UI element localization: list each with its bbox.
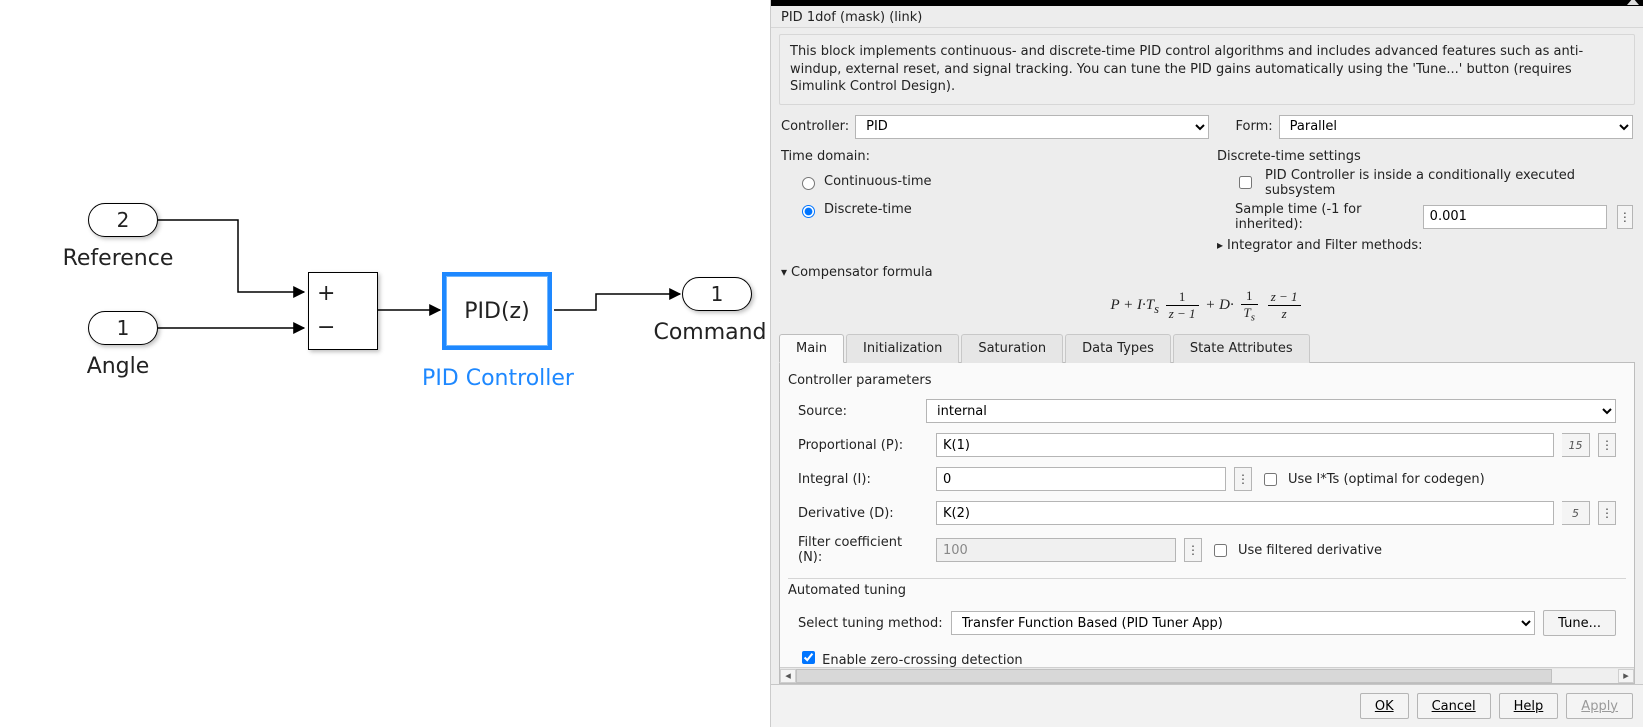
- derivative-hint: 5: [1562, 501, 1590, 525]
- tabs: Main Initialization Saturation Data Type…: [779, 333, 1635, 363]
- pid-controller-block[interactable]: PID(z): [442, 272, 552, 350]
- integrator-filter-expander[interactable]: Integrator and Filter methods:: [1217, 236, 1633, 255]
- source-label: Source:: [798, 404, 918, 419]
- filter-coeff-label: Filter coefficient (N):: [798, 535, 928, 565]
- continuous-time-label: Continuous-time: [824, 174, 932, 189]
- chevron-down-icon: [781, 265, 787, 280]
- sample-time-input[interactable]: [1423, 205, 1607, 229]
- controller-label: Controller:: [781, 119, 849, 134]
- compensator-formula: P + I·Ts 1z − 1 + D· 1Ts z − 1z: [781, 282, 1633, 334]
- use-filtered-derivative-label: Use filtered derivative: [1238, 543, 1382, 558]
- sample-time-label: Sample time (-1 for inherited):: [1235, 202, 1413, 232]
- compensator-expander[interactable]: Compensator formula: [781, 263, 1633, 282]
- port-number: 1: [117, 316, 130, 340]
- time-domain-group: Time domain: Continuous-time Discrete-ti…: [781, 143, 1197, 259]
- proportional-label: Proportional (P):: [798, 438, 928, 453]
- tab-main[interactable]: Main: [779, 334, 844, 363]
- tab-saturation[interactable]: Saturation: [961, 334, 1063, 363]
- scroll-left-icon[interactable]: ◂: [780, 669, 796, 683]
- cancel-button[interactable]: Cancel: [1417, 693, 1491, 719]
- derivative-input[interactable]: [936, 501, 1554, 525]
- integral-input[interactable]: [936, 467, 1226, 491]
- proportional-input[interactable]: [936, 433, 1554, 457]
- zero-crossing-checkbox[interactable]: [802, 651, 815, 664]
- outport-command[interactable]: 1: [682, 277, 752, 311]
- automated-tuning-heading: Automated tuning: [788, 583, 1626, 598]
- tuning-method-label: Select tuning method:: [798, 616, 943, 631]
- tab-data-types[interactable]: Data Types: [1065, 334, 1171, 363]
- time-domain-heading: Time domain:: [781, 149, 1197, 164]
- sum-sign-minus: −: [317, 315, 335, 340]
- filter-coeff-input: [936, 538, 1176, 562]
- tab-state-attributes[interactable]: State Attributes: [1173, 334, 1310, 363]
- port-number: 1: [711, 282, 724, 306]
- sample-time-menu-icon[interactable]: ⋮: [1617, 205, 1633, 229]
- zero-crossing-label: Enable zero-crossing detection: [822, 653, 1023, 668]
- horizontal-scrollbar[interactable]: ◂ ▸: [780, 667, 1634, 683]
- inport-angle-label: Angle: [48, 354, 188, 379]
- discrete-settings-heading: Discrete-time settings: [1217, 149, 1633, 164]
- integral-label: Integral (I):: [798, 472, 928, 487]
- form-label: Form:: [1235, 119, 1272, 134]
- pid-block-text: PID(z): [464, 299, 529, 324]
- tune-button[interactable]: Tune...: [1543, 610, 1616, 636]
- divider: [788, 578, 1626, 579]
- dialog-titlebar[interactable]: [771, 0, 1643, 6]
- derivative-menu-icon[interactable]: ⋮: [1598, 501, 1616, 525]
- form-select[interactable]: Parallel: [1279, 115, 1633, 139]
- discrete-settings-group: Discrete-time settings PID Controller is…: [1217, 143, 1633, 259]
- outport-command-label: Command: [640, 320, 780, 345]
- chevron-right-icon: [1217, 238, 1223, 253]
- tuning-method-select[interactable]: Transfer Function Based (PID Tuner App): [951, 611, 1536, 635]
- proportional-menu-icon[interactable]: ⋮: [1598, 433, 1616, 457]
- integral-menu-icon[interactable]: ⋮: [1234, 467, 1252, 491]
- sum-sign-plus: +: [317, 281, 335, 306]
- source-select[interactable]: internal: [926, 399, 1616, 423]
- tab-main-body: Controller parameters Source: internal P…: [779, 363, 1635, 684]
- mask-title: PID 1dof (mask) (link): [771, 6, 1643, 28]
- use-filtered-derivative-checkbox[interactable]: [1214, 544, 1227, 557]
- simulink-canvas[interactable]: 2 Reference 1 Angle + − PID(z) PID Contr…: [0, 0, 770, 727]
- continuous-time-radio[interactable]: [802, 177, 815, 190]
- use-its-checkbox[interactable]: [1264, 473, 1277, 486]
- dialog-footer: OK Cancel Help Apply: [771, 684, 1643, 727]
- controller-params-heading: Controller parameters: [788, 373, 1626, 388]
- filter-coeff-menu-icon[interactable]: ⋮: [1184, 538, 1202, 562]
- inport-reference-label: Reference: [48, 246, 188, 271]
- port-number: 2: [117, 208, 130, 232]
- cond-exec-checkbox[interactable]: [1239, 176, 1252, 189]
- scrollbar-thumb[interactable]: [796, 669, 1552, 683]
- help-button[interactable]: Help: [1499, 693, 1559, 719]
- derivative-label: Derivative (D):: [798, 506, 928, 521]
- inport-reference[interactable]: 2: [88, 203, 158, 237]
- block-description: This block implements continuous- and di…: [779, 34, 1635, 105]
- scroll-right-icon[interactable]: ▸: [1618, 669, 1634, 683]
- discrete-time-label: Discrete-time: [824, 202, 912, 217]
- pid-controller-label: PID Controller: [398, 366, 598, 391]
- block-parameters-dialog: PID 1dof (mask) (link) This block implem…: [770, 0, 1643, 727]
- sum-block[interactable]: + −: [308, 272, 378, 350]
- cond-exec-label: PID Controller is inside a conditionally…: [1265, 168, 1633, 198]
- discrete-time-radio[interactable]: [802, 205, 815, 218]
- use-its-label: Use I*Ts (optimal for codegen): [1288, 472, 1485, 487]
- apply-button[interactable]: Apply: [1566, 693, 1633, 719]
- inport-angle[interactable]: 1: [88, 311, 158, 345]
- proportional-hint: 15: [1562, 433, 1590, 457]
- tab-initialization[interactable]: Initialization: [846, 334, 959, 363]
- controller-select[interactable]: PID: [855, 115, 1209, 139]
- ok-button[interactable]: OK: [1360, 693, 1409, 719]
